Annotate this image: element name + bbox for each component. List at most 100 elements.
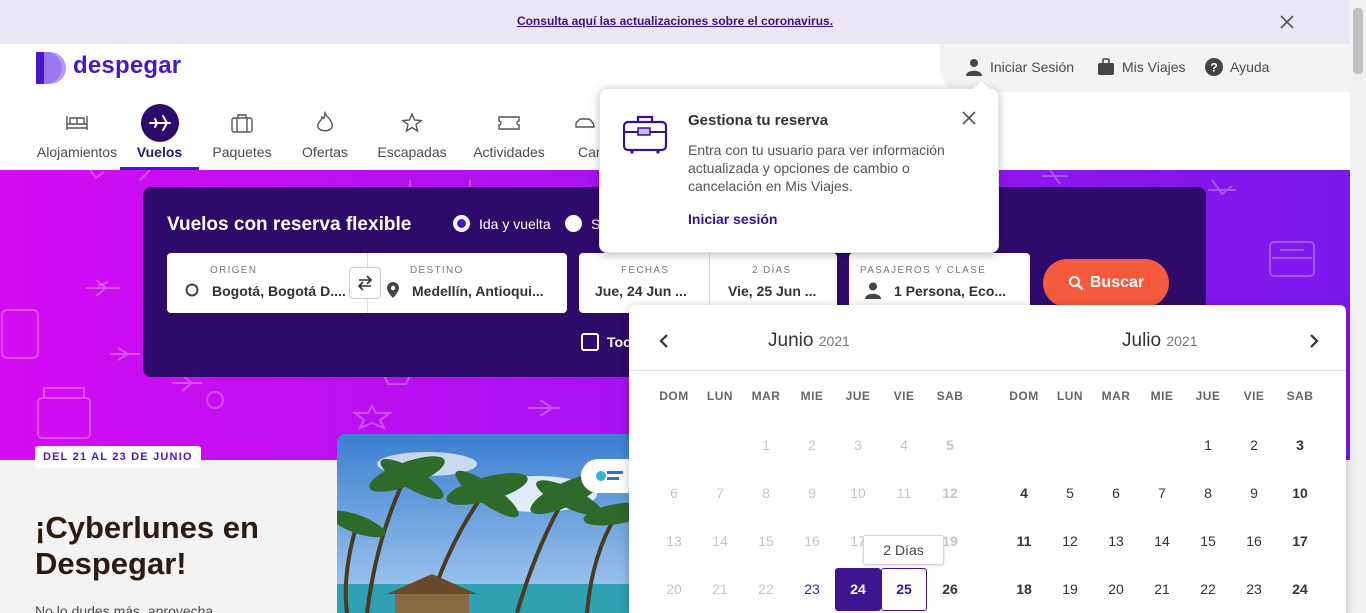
calendar-day[interactable]: 5 [1050,485,1090,501]
calendar-day: 2 [808,437,816,453]
radio-selected-icon [453,215,470,232]
destination-value: Medellín, Antioqui... [412,283,544,299]
calendar-day[interactable]: 18 [1004,581,1044,597]
calendar-day[interactable]: 16 [1234,533,1274,549]
calendar-day[interactable]: 2 [1234,437,1274,453]
calendar-day[interactable]: 25 [884,581,924,597]
calendar-day: 21 [712,581,728,597]
calendar-day[interactable]: 15 [1188,533,1228,549]
popover-title: Gestiona tu reserva [688,112,829,129]
fire-icon [317,111,333,132]
help-link[interactable]: ? Ayuda [1205,58,1269,76]
nav-item-alojamientos[interactable]: Alojamientos [34,106,120,170]
return-date-value: Vie, 25 Jun ... [728,283,817,299]
chevron-left-icon[interactable] [657,333,671,349]
weekday-label: SAB [1286,389,1314,403]
nav-label: Car [578,144,600,160]
return-date-field[interactable]: 2 DÍAS Vie, 25 Jun ... [709,253,837,305]
suitcase-icon [1098,58,1114,75]
calendar-day[interactable]: 10 [1280,485,1320,501]
close-icon[interactable] [961,110,977,126]
scrollbar-thumb[interactable] [1353,8,1363,74]
calendar-day[interactable]: 7 [1142,485,1182,501]
trip-type-roundtrip[interactable]: Ida y vuelta [453,215,551,232]
covid-update-link[interactable]: Consulta aquí las actualizaciones sobre … [0,14,1350,28]
calendar-day[interactable]: 6 [1096,485,1136,501]
cyberlunes-badge [581,459,631,493]
nav-item-escapadas[interactable]: Escapadas [372,106,452,170]
location-pin-icon [387,282,399,298]
trip-type-oneway[interactable]: S [565,215,601,232]
calendar-day[interactable]: 24 [1280,581,1320,597]
nav-item-vuelos[interactable]: Vuelos [120,104,199,170]
nav-item-car[interactable]: Car [572,106,600,170]
calendar-day[interactable]: 3 [1280,437,1320,453]
calendar-day[interactable]: 9 [1234,485,1274,501]
calendar-day[interactable]: 20 [1096,581,1136,597]
depart-date-field[interactable]: FECHAS Jue, 24 Jun ... [579,253,709,313]
nav-label: Vuelos [136,144,183,160]
range-tooltip: 2 Días [863,535,944,565]
calendar-day: 20 [666,581,682,597]
logo-icon[interactable] [34,51,68,85]
calendar-day[interactable]: 23 [792,581,832,597]
calendar-day[interactable]: 19 [1050,581,1090,597]
weekday-label: DOM [1009,389,1039,403]
depart-date-value: Jue, 24 Jun ... [595,283,687,299]
search-icon [1068,276,1084,291]
flexible-checkbox-label: Too [607,334,632,350]
nav-label: Ofertas [302,144,348,160]
login-label: Iniciar Sesión [990,59,1075,75]
calendar-day: 6 [670,485,678,501]
calendar-day[interactable]: 17 [1280,533,1320,549]
scrollbar[interactable] [1350,0,1366,613]
svg-text:?: ? [1210,61,1217,75]
user-icon [966,59,982,76]
calendar-day[interactable]: 23 [1234,581,1274,597]
calendar-day[interactable]: 4 [1004,485,1044,501]
calendar-day[interactable]: 26 [930,581,970,597]
nav-item-actividades[interactable]: Actividades [466,106,552,170]
close-icon[interactable] [1279,14,1295,30]
search-button[interactable]: Buscar [1043,259,1169,307]
calendar-day: 12 [942,485,958,501]
calendar-day[interactable]: 21 [1142,581,1182,597]
origin-field[interactable]: ORIGEN Bogotá, Bogotá D.... [167,253,367,313]
calendar-day: 22 [758,581,774,597]
weekday-label: VIE [893,389,915,403]
circle-pin-icon [185,283,199,297]
calendar-day[interactable]: 22 [1188,581,1228,597]
nav-item-ofertas[interactable]: Ofertas [292,106,358,170]
popover-body: Entra con tu usuario para ver informació… [688,142,945,194]
radio-icon [565,215,582,232]
calendar-day[interactable]: 13 [1096,533,1136,549]
passengers-field[interactable]: PASAJEROS Y CLASE 1 Persona, Eco... [849,253,1030,305]
help-label: Ayuda [1230,59,1270,75]
popover-login-link[interactable]: Iniciar sesión [688,211,777,227]
weekday-label: LUN [1056,389,1084,403]
destination-label: DESTINO [410,265,464,276]
calendar-day: 8 [762,485,770,501]
weekday-label: DOM [659,389,689,403]
calendar-day[interactable]: 12 [1050,533,1090,549]
nav-item-paquetes[interactable]: Paquetes [206,106,278,170]
destination-field[interactable]: DESTINO Medellín, Antioqui... [367,253,567,313]
calendar-day: 16 [804,533,820,549]
calendar-day[interactable]: 11 [1004,533,1044,549]
weekday-label: MAR [751,389,781,403]
calendar-day: 9 [808,485,816,501]
origin-label: ORIGEN [210,265,258,276]
swap-button[interactable] [349,267,381,299]
flexible-checkbox[interactable] [581,333,599,351]
brand-logo-text[interactable]: despegar [73,52,181,80]
calendar-day[interactable]: 8 [1188,485,1228,501]
chevron-right-icon[interactable] [1307,333,1321,349]
calendar-day[interactable]: 1 [1188,437,1228,453]
my-trips-link[interactable]: Mis Viajes [1097,58,1186,76]
login-link[interactable]: Iniciar Sesión [965,58,1074,76]
calendar-day[interactable]: 14 [1142,533,1182,549]
calendar-day[interactable]: 24 [838,581,878,597]
car-icon [575,118,595,128]
help-icon: ? [1205,58,1223,76]
trip-type-label: Ida y vuelta [479,215,551,232]
